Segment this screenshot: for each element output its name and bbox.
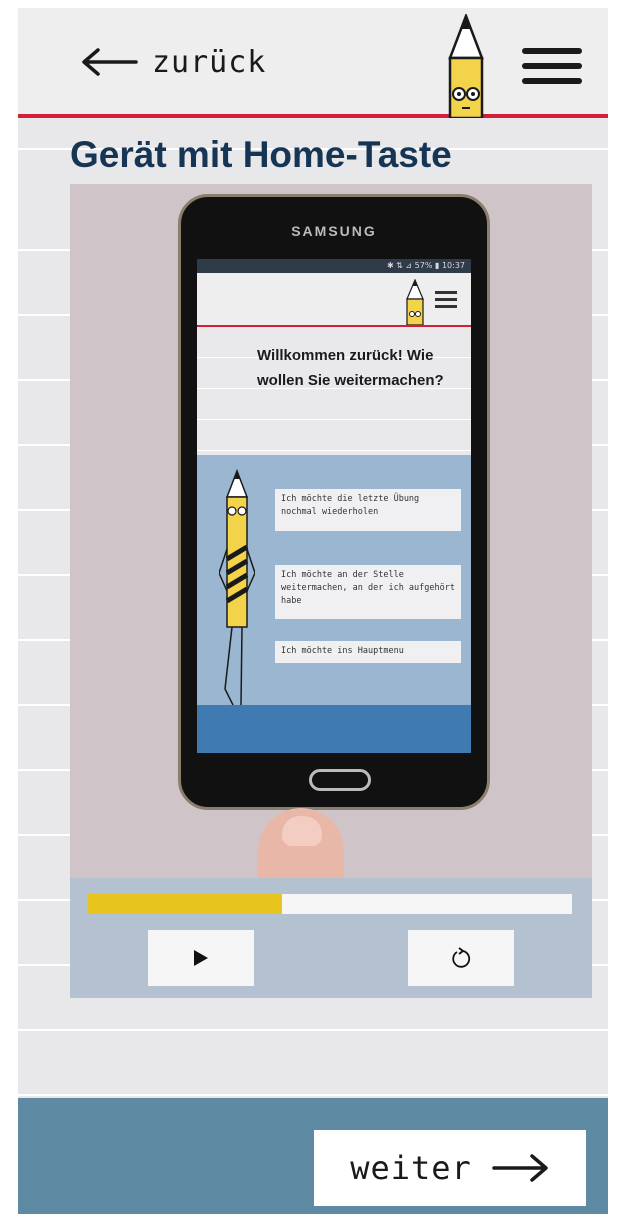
phone-choice-repeat: Ich möchte die letzte Übung nochmal wied… <box>275 489 461 531</box>
arrow-right-icon <box>492 1154 548 1182</box>
phone-bottom-bar <box>197 705 471 753</box>
play-button[interactable] <box>148 930 254 986</box>
video-progress-fill <box>88 894 282 914</box>
hamburger-menu-icon[interactable] <box>522 48 582 88</box>
phone-device: SAMSUNG ✱ ⇅ ⊿ 57% ▮ 10:37 Willkommen zur… <box>178 194 490 810</box>
fingernail <box>282 816 322 846</box>
replay-icon <box>452 947 471 968</box>
pencil-mascot-small-icon <box>406 279 424 325</box>
page-title: Gerät mit Home-Taste <box>70 134 452 175</box>
pencil-mascot-icon <box>448 14 484 118</box>
video-progress-bar[interactable] <box>88 894 572 914</box>
footer-bar: weiter <box>18 1098 608 1214</box>
video-frame[interactable]: SAMSUNG ✱ ⇅ ⊿ 57% ▮ 10:37 Willkommen zur… <box>70 184 592 878</box>
top-bar: zurück <box>18 8 608 118</box>
next-button[interactable]: weiter <box>314 1130 586 1206</box>
next-label: weiter <box>350 1149 472 1187</box>
back-button[interactable]: zurück <box>80 42 266 82</box>
phone-menu-icon <box>435 291 457 312</box>
video-player: SAMSUNG ✱ ⇅ ⊿ 57% ▮ 10:37 Willkommen zur… <box>70 184 592 998</box>
arrow-left-icon <box>82 48 138 76</box>
phone-home-button <box>309 769 371 791</box>
phone-screen: ✱ ⇅ ⊿ 57% ▮ 10:37 Willkommen zurück! Wie… <box>197 259 471 753</box>
phone-choice-continue: Ich möchte an der Stelle weitermachen, a… <box>275 565 461 619</box>
phone-choice-main-menu: Ich möchte ins Hauptmenu <box>275 641 461 663</box>
phone-app-header <box>197 273 471 327</box>
play-icon <box>194 950 208 966</box>
back-label: zurück <box>152 44 267 80</box>
phone-brand: SAMSUNG <box>291 223 377 239</box>
app-screen: zurück Gerät mit Home-Taste SAMSUNG ✱ ⇅ … <box>18 8 608 1214</box>
pencil-character-icon <box>219 469 255 705</box>
phone-choices-panel: Ich möchte die letzte Übung nochmal wied… <box>197 455 471 705</box>
phone-welcome-text: Willkommen zurück! Wie wollen Sie weiter… <box>197 327 471 455</box>
replay-button[interactable] <box>408 930 514 986</box>
phone-status-bar: ✱ ⇅ ⊿ 57% ▮ 10:37 <box>197 259 471 273</box>
